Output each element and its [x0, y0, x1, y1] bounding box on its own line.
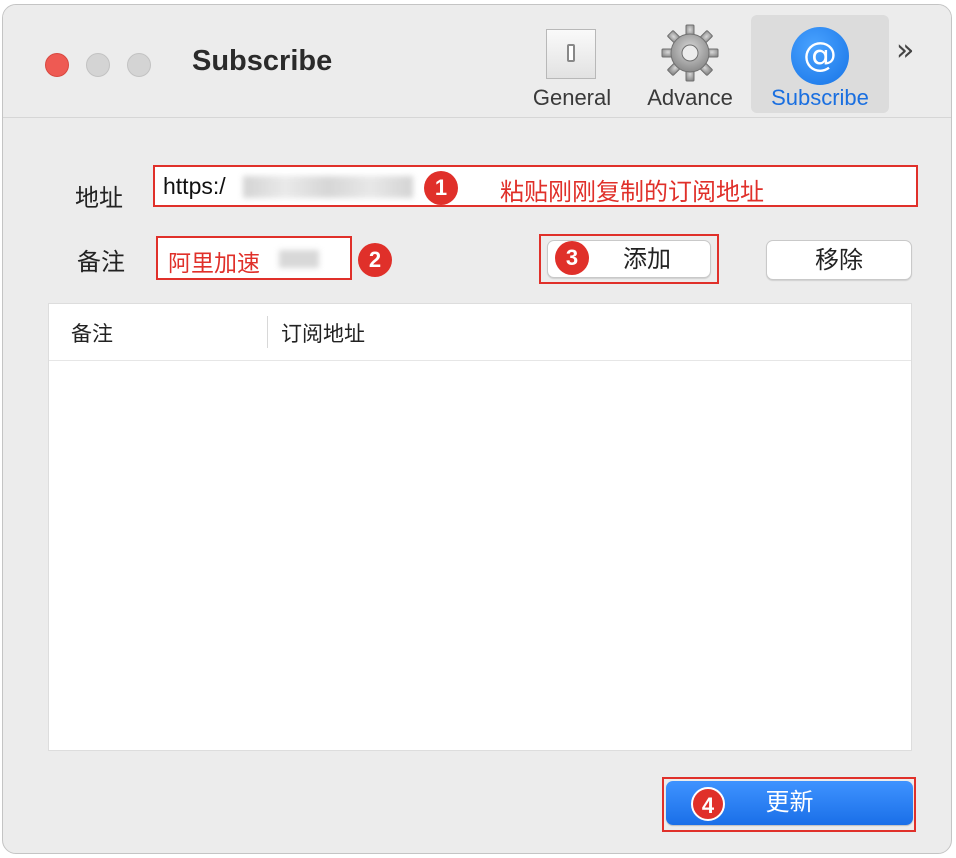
tab-general[interactable]: General	[523, 15, 621, 113]
toolbar: Subscribe General Advance @ Subscribe »	[3, 5, 951, 118]
redacted-remark-blur	[279, 250, 319, 268]
annotation-badge-3: 3	[555, 241, 589, 275]
tab-advance-label: Advance	[647, 85, 733, 110]
chevron-more-icon[interactable]: »	[896, 33, 914, 68]
tab-advance[interactable]: Advance	[635, 15, 745, 113]
window-title: Subscribe	[192, 45, 333, 77]
zoom-window-button[interactable]	[127, 53, 151, 77]
redacted-url-blur	[243, 176, 413, 198]
annotation-badge-2: 2	[358, 243, 392, 277]
at-icon: @	[791, 27, 849, 85]
remark-input[interactable]: 阿里加速	[156, 236, 352, 280]
tab-general-label: General	[532, 85, 612, 110]
preferences-window: Subscribe General Advance @ Subscribe » …	[2, 4, 952, 854]
gear-icon	[661, 24, 719, 82]
subscription-table[interactable]: 备注 订阅地址	[48, 303, 912, 751]
header-divider	[49, 360, 911, 361]
close-window-button[interactable]	[45, 53, 69, 77]
annotation-badge-4: 4	[691, 787, 725, 821]
remark-label: 备注	[77, 248, 125, 276]
minimize-window-button[interactable]	[86, 53, 110, 77]
tab-subscribe-label: Subscribe	[771, 85, 869, 110]
column-header-url[interactable]: 订阅地址	[281, 318, 365, 348]
column-divider	[267, 316, 268, 348]
annotation-note-paste-url: 粘贴刚刚复制的订阅地址	[500, 178, 764, 206]
switch-icon	[546, 29, 596, 79]
tab-subscribe[interactable]: @ Subscribe	[751, 15, 889, 113]
remove-button[interactable]: 移除	[766, 240, 912, 280]
annotation-badge-1: 1	[424, 171, 458, 205]
column-header-remark[interactable]: 备注	[71, 318, 113, 348]
address-label: 地址	[75, 184, 123, 212]
